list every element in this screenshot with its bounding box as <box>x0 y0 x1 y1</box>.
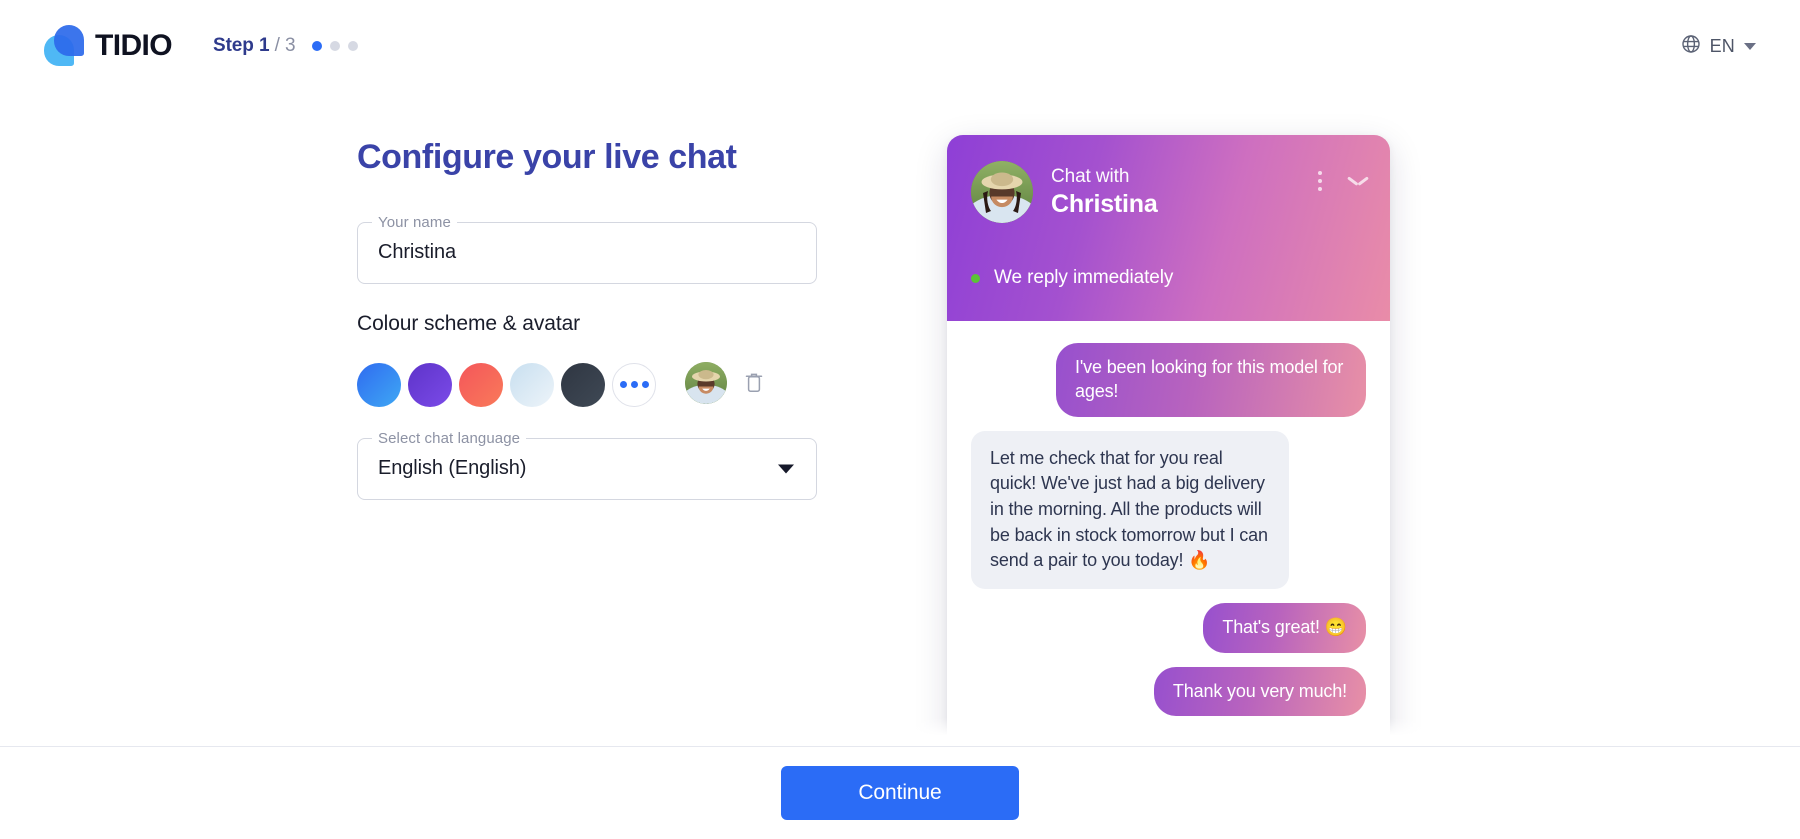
chat-bubble-outgoing: I've been looking for this model for age… <box>1056 343 1366 417</box>
step-current-label: Step 1 <box>213 35 270 56</box>
brand-logo[interactable]: TIDIO <box>44 25 173 67</box>
avatar[interactable] <box>685 361 727 404</box>
colour-swatch-charcoal[interactable] <box>561 362 605 407</box>
chat-agent-name: Christina <box>1051 189 1158 218</box>
main-content: Configure your live chat Your name Chris… <box>0 92 1800 785</box>
chevron-down-icon <box>1744 42 1756 50</box>
step-dot-2 <box>330 41 341 51</box>
step-indicator: Step 1 / 3 <box>213 35 359 57</box>
colour-section-title: Colour scheme & avatar <box>357 311 581 335</box>
colour-swatch-row <box>357 361 817 408</box>
select-chevron-down-icon <box>778 464 794 474</box>
chat-message-row: That's great! 😁 <box>971 602 1366 653</box>
colour-swatch-coral[interactable] <box>459 362 503 407</box>
colour-swatch-blue[interactable] <box>357 362 401 407</box>
chat-bubble-outgoing: Thank you very much! <box>1153 666 1366 717</box>
chat-message-row: I've been looking for this model for age… <box>971 343 1366 417</box>
step-total-label: / 3 <box>274 35 296 56</box>
chat-widget-actions <box>1318 171 1368 191</box>
globe-icon <box>1681 34 1701 59</box>
language-selector[interactable]: EN <box>1681 34 1756 59</box>
preview-fade-overlay <box>0 718 1800 746</box>
continue-button[interactable]: Continue <box>781 766 1019 820</box>
tidio-logo-icon <box>44 25 84 67</box>
chat-message-list: I've been looking for this model for age… <box>947 321 1390 740</box>
top-bar: TIDIO Step 1 / 3 EN <box>0 0 1800 92</box>
page-title: Configure your live chat <box>357 138 737 176</box>
chat-with-label: Chat with <box>1051 166 1130 188</box>
chat-status: We reply immediately <box>971 267 1173 289</box>
colour-swatch-pale-blue[interactable] <box>510 362 554 407</box>
step-text: Step 1 / 3 <box>213 35 296 57</box>
step-dot-3 <box>348 41 359 51</box>
language-select-value: English (English) <box>378 457 527 480</box>
chat-bubble-incoming: Let me check that for you real quick! We… <box>971 430 1289 589</box>
chat-widget-header: Chat with Christina We reply immediately <box>947 135 1390 321</box>
more-options-icon[interactable] <box>1318 171 1322 191</box>
chat-widget-preview: Chat with Christina We reply immediately… <box>947 135 1390 785</box>
logo-wordmark: TIDIO <box>95 29 173 62</box>
chat-composer-divider <box>975 738 1362 740</box>
language-select-label: Select chat language <box>372 428 527 449</box>
chat-widget-titles: Chat with Christina <box>1051 166 1158 217</box>
colour-swatch-purple[interactable] <box>408 362 452 407</box>
step-dots <box>312 41 359 51</box>
avatar-group <box>685 361 764 404</box>
language-select-field[interactable]: Select chat language English (English) <box>357 428 817 500</box>
chat-bubble-outgoing: That's great! 😁 <box>1203 602 1366 653</box>
name-input-value: Christina <box>378 241 457 264</box>
more-colours-button[interactable] <box>612 362 656 407</box>
footer-bar: Continue <box>0 746 1800 839</box>
chat-message-row: Let me check that for you real quick! We… <box>971 430 1366 589</box>
online-status-dot-icon <box>971 273 980 283</box>
chat-message-row: Thank you very much! <box>971 666 1366 717</box>
configuration-form: Configure your live chat Your name Chris… <box>357 137 817 528</box>
onboarding-page: TIDIO Step 1 / 3 EN Configure your live … <box>0 0 1800 839</box>
name-input-label: Your name <box>372 212 457 233</box>
collapse-chevron-down-icon[interactable] <box>1348 176 1368 187</box>
language-code-label: EN <box>1709 35 1735 56</box>
delete-avatar-icon[interactable] <box>744 371 764 395</box>
name-input-field[interactable]: Your name Christina <box>357 212 817 284</box>
chat-status-text: We reply immediately <box>994 267 1174 288</box>
step-dot-1 <box>312 41 323 51</box>
chat-agent-avatar <box>971 161 1033 223</box>
